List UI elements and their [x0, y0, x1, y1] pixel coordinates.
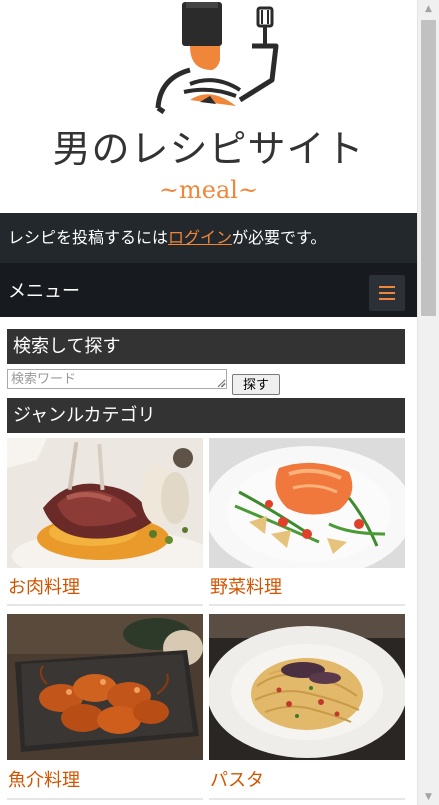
category-label: お肉料理: [8, 577, 80, 598]
menu-label: メニュー: [8, 281, 80, 302]
scrollbar-thumb[interactable]: [421, 20, 436, 316]
resize-grip-icon[interactable]: [216, 378, 226, 388]
category-card-pasta[interactable]: パスタ: [209, 614, 405, 805]
category-card-seafood[interactable]: 魚介料理: [7, 614, 203, 805]
pasta-dish-image: [209, 614, 405, 760]
login-link[interactable]: ログイン: [168, 228, 232, 247]
card-divider: [7, 604, 203, 606]
meat-dish-image: [7, 438, 203, 568]
category-label: 魚介料理: [8, 770, 80, 791]
site-subtitle: ~meal~: [158, 176, 259, 204]
search-heading: 検索して探す: [7, 329, 405, 364]
category-label: パスタ: [210, 770, 264, 791]
site-title: 男のレシピサイト: [52, 127, 365, 171]
site-header: 男のレシピサイト ~meal~: [0, 0, 417, 213]
card-divider: [7, 798, 203, 800]
search-input[interactable]: [7, 369, 227, 389]
hamburger-line: [379, 286, 395, 288]
category-card-meat[interactable]: お肉料理: [7, 438, 203, 608]
category-label: 野菜料理: [210, 577, 282, 598]
seafood-dish-image: [7, 614, 203, 760]
menu-bar: メニュー: [0, 263, 417, 317]
vertical-scrollbar[interactable]: ▲ ▼: [417, 0, 439, 805]
card-divider: [209, 604, 405, 606]
hamburger-line: [379, 292, 395, 294]
hamburger-icon[interactable]: [369, 275, 405, 311]
scroll-up-icon[interactable]: ▲: [418, 0, 439, 17]
card-divider: [209, 798, 405, 800]
scroll-down-icon[interactable]: ▼: [418, 788, 439, 805]
login-notice-suffix: が必要です。: [232, 228, 327, 247]
category-card-vegetable[interactable]: 野菜料理: [209, 438, 405, 608]
page: 男のレシピサイト ~meal~ レシピを投稿するにはログインが必要です。 メニュ…: [0, 0, 417, 805]
hamburger-line: [379, 298, 395, 300]
login-notice-prefix: レシピを投稿するには: [8, 228, 169, 247]
login-notice: レシピを投稿するにはログインが必要です。: [0, 213, 417, 263]
search-form: 探す: [7, 369, 405, 395]
genre-heading: ジャンルカテゴリ: [7, 398, 405, 433]
vegetable-dish-image: [209, 438, 405, 568]
search-button[interactable]: 探す: [232, 374, 280, 395]
